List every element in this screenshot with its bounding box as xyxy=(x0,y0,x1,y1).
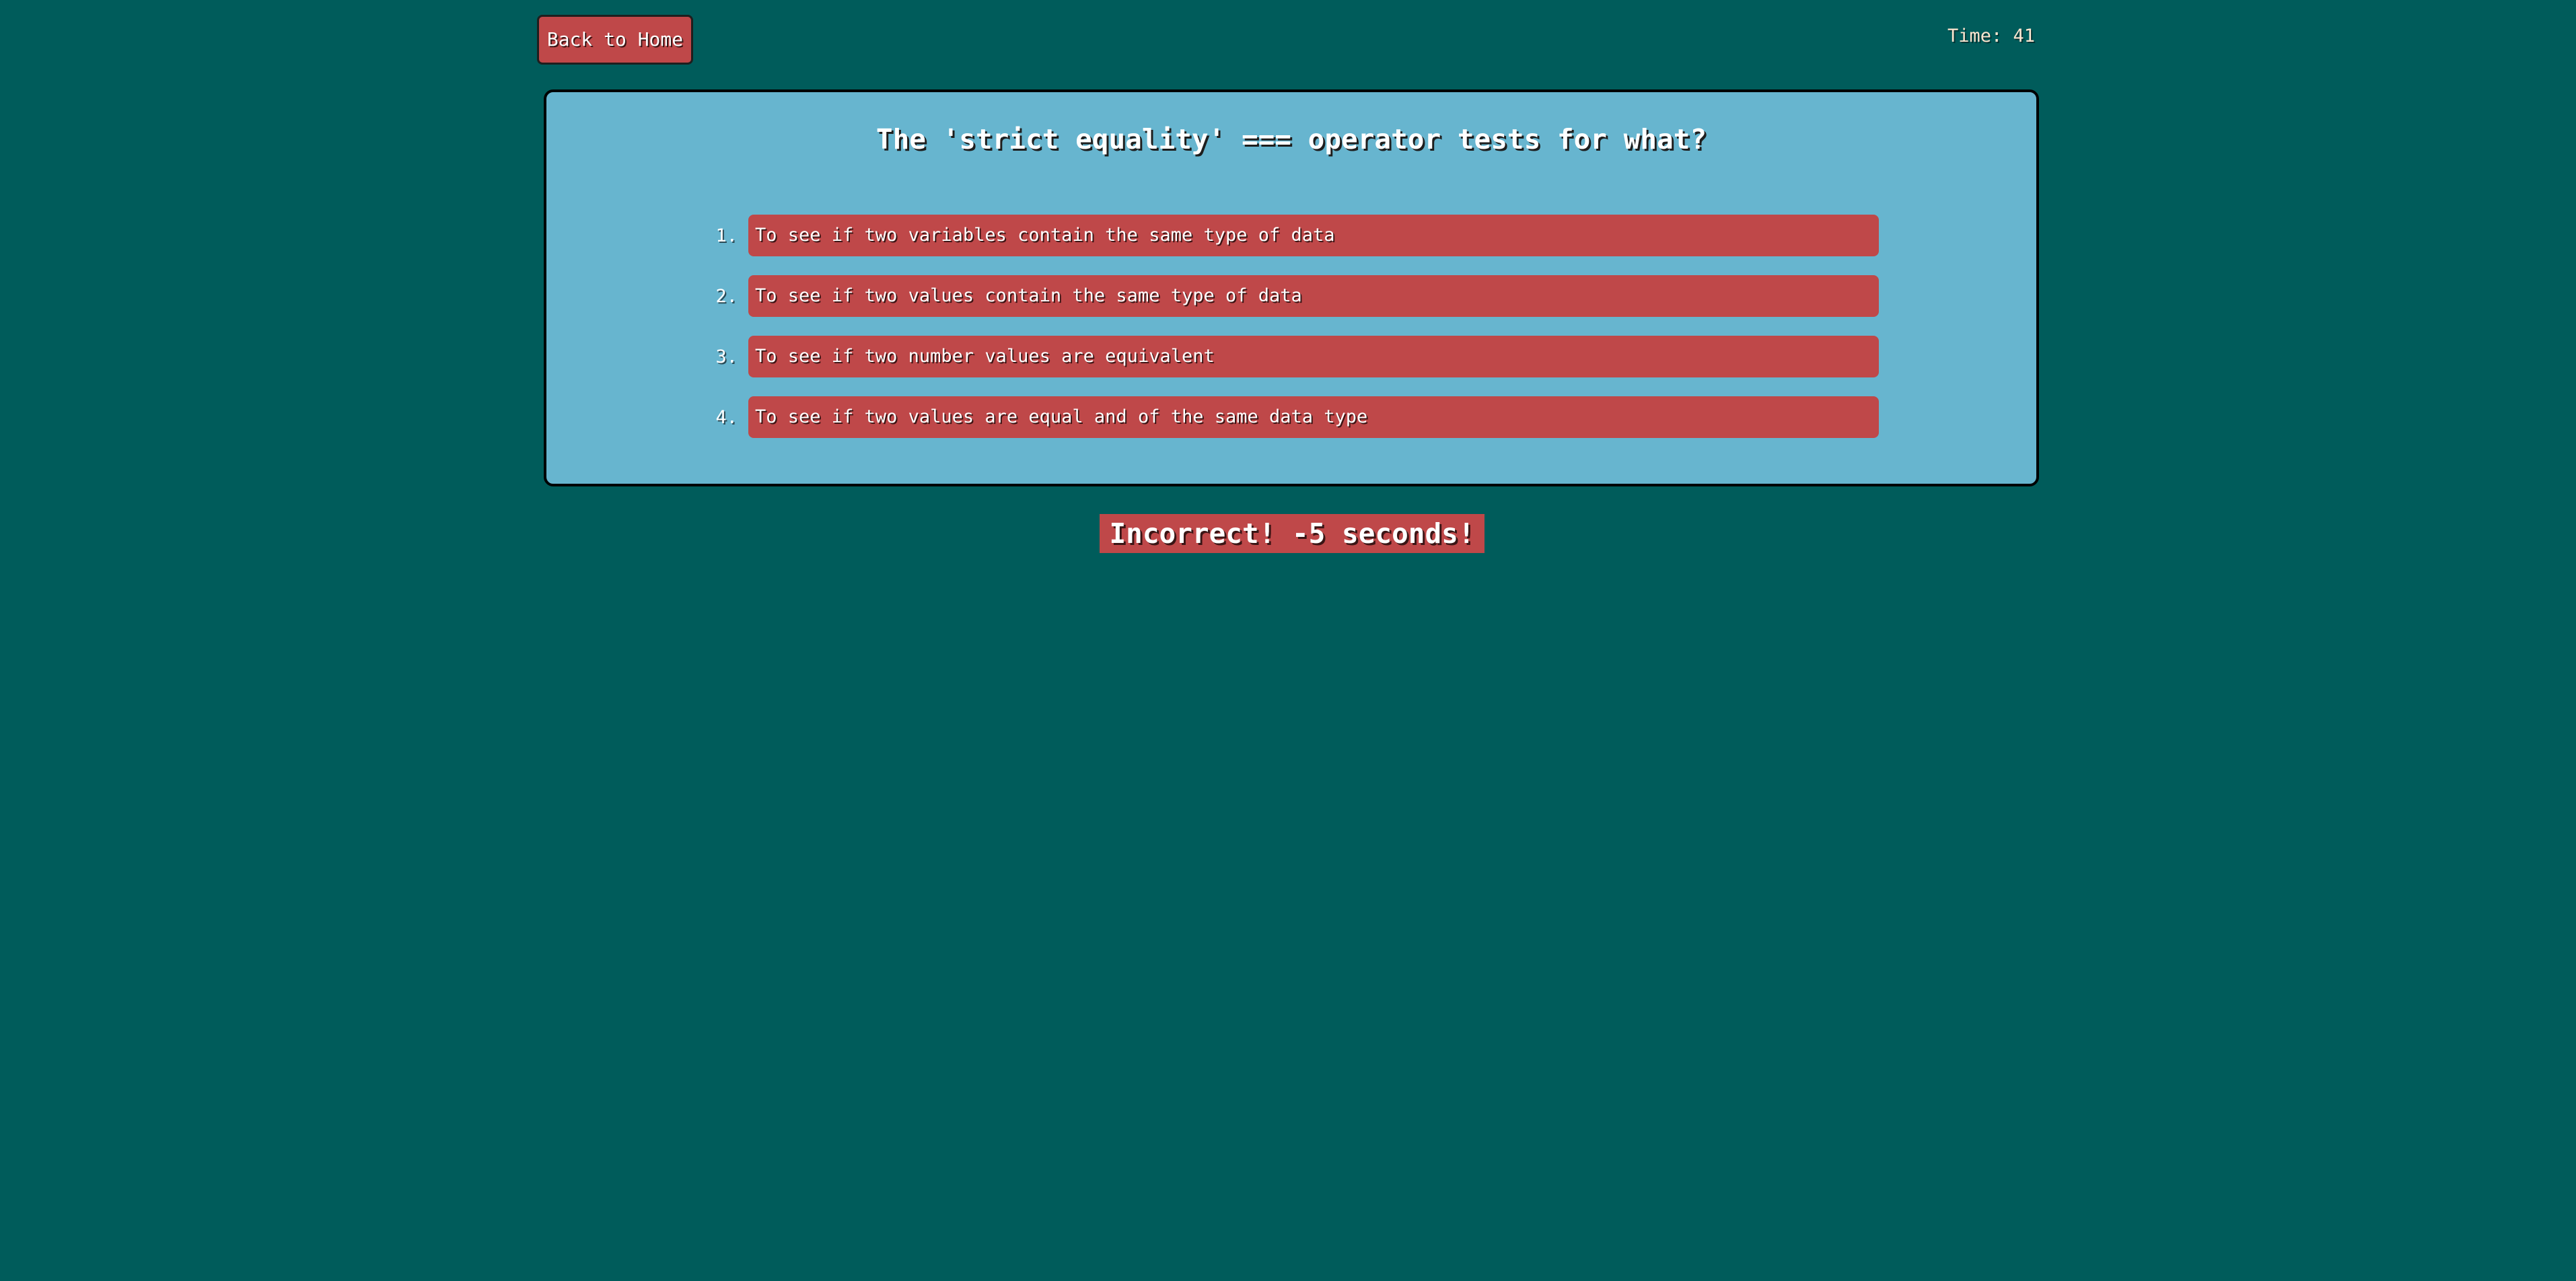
quiz-card: The 'strict equality' === operator tests… xyxy=(544,89,2039,486)
answer-button-4[interactable]: To see if two values are equal and of th… xyxy=(748,396,1879,438)
feedback-message: Incorrect! -5 seconds! xyxy=(1100,514,1484,553)
question-text: The 'strict equality' === operator tests… xyxy=(875,123,1707,155)
answer-number: 3. xyxy=(715,346,738,367)
answer-item: 3. To see if two number values are equiv… xyxy=(708,336,1879,377)
answer-item: 4. To see if two values are equal and of… xyxy=(708,396,1879,438)
back-to-home-button[interactable]: Back to Home xyxy=(537,15,693,65)
timer-display: Time: 41 xyxy=(1947,26,2035,46)
answer-list: 1. To see if two variables contain the s… xyxy=(708,215,1879,457)
answer-item: 1. To see if two variables contain the s… xyxy=(708,215,1879,256)
answer-button-3[interactable]: To see if two number values are equivale… xyxy=(748,336,1879,377)
answer-item: 2. To see if two values contain the same… xyxy=(708,275,1879,317)
answer-button-2[interactable]: To see if two values contain the same ty… xyxy=(748,275,1879,317)
answer-number: 4. xyxy=(715,406,738,428)
answer-number: 1. xyxy=(715,225,738,246)
answer-number: 2. xyxy=(715,285,738,307)
answer-button-1[interactable]: To see if two variables contain the same… xyxy=(748,215,1879,256)
